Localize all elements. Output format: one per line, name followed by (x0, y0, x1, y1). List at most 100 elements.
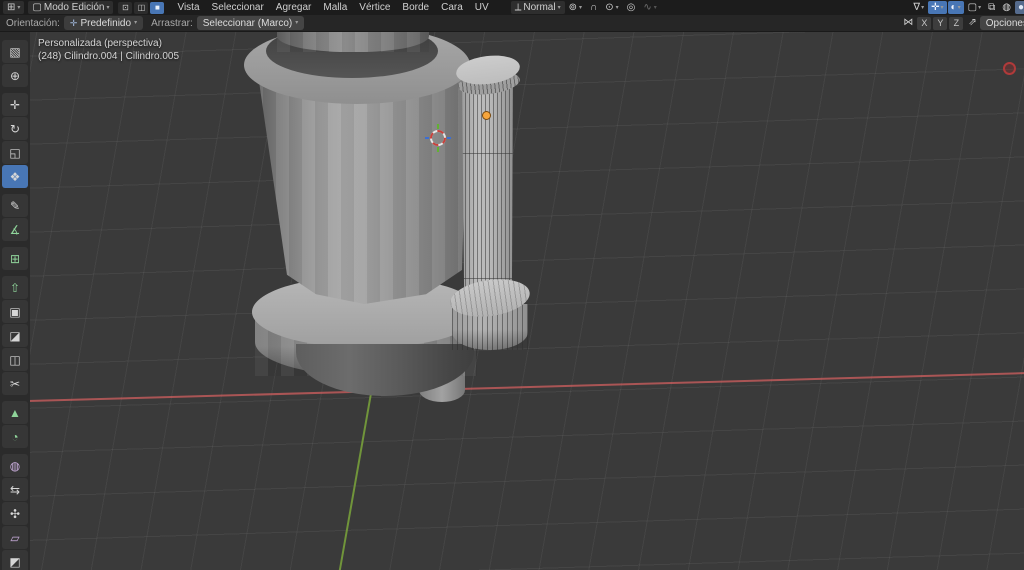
tool-add-cube[interactable]: ⊞ (2, 247, 28, 270)
chevron-down-icon: ▾ (615, 4, 619, 11)
show-gizmo-toggle[interactable]: ✛ ▾ (928, 1, 947, 14)
menu-agregar[interactable]: Agregar (270, 0, 318, 15)
tool-spin[interactable]: ◔ (2, 425, 28, 448)
chevron-down-icon: ▾ (921, 4, 925, 11)
menu-cara[interactable]: Cara (435, 0, 469, 15)
orientation-setting-label: Orientación: (6, 17, 60, 29)
tool-shelf: ▧ ⊕ ✛ ↻ ◱ ❖ ✎ ∡ ⊞ ⇧ ▣ ◪ ◫ ✂ ▲ ◔ ◍ ⇆ ✣ ▱ … (0, 32, 30, 570)
orientation-preset-dropdown[interactable]: ✛ Predefinido ▾ (63, 16, 144, 30)
proportional-snap-options[interactable]: ⇗ (965, 17, 979, 30)
menu-uv[interactable]: UV (469, 0, 495, 15)
editor-type-icon: ⊞ (7, 1, 16, 13)
tool-rotate[interactable]: ↻ (2, 117, 28, 140)
proportional-editing-toggle[interactable]: ◎ (623, 1, 640, 14)
snap-toggle[interactable]: ∩ (586, 1, 601, 14)
select-mode-group: ⊡ ◫ ■ (117, 1, 165, 14)
mirror-axis-z[interactable]: Z (949, 16, 964, 30)
wireframe-icon: ◍ (1002, 1, 1011, 13)
show-overlays-toggle[interactable]: ◐ ▾ (947, 1, 964, 14)
pivot-icon: ⊚ (568, 1, 577, 13)
falloff-icon: ∿ (643, 1, 652, 13)
tool-shrink-fatten[interactable]: ✣ (2, 502, 28, 525)
toggle-xray-button[interactable]: ⧉ (985, 1, 998, 14)
drag-action-dropdown[interactable]: Seleccionar (Marco) ▾ (196, 16, 305, 30)
3d-cursor (425, 124, 451, 152)
menu-vista[interactable]: Vista (171, 0, 205, 15)
solid-shading-icon: ● (1017, 1, 1024, 13)
mirror-axis-x[interactable]: X (917, 16, 932, 30)
orientation-icon: ⟂ (514, 1, 522, 13)
active-object-label: (248) Cilindro.004 | Cilindro.005 (38, 51, 180, 62)
small-cylinder-body (462, 76, 513, 302)
tool-annotate[interactable]: ✎ (2, 194, 28, 217)
header-right-cluster: ∇ ▾ ✛ ▾ ◐ ▾ ▢ ▾ ⧉ ◍ ● (909, 1, 1024, 14)
shading-solid-button[interactable]: ● (1014, 1, 1024, 14)
chevron-down-icon: ▾ (579, 4, 583, 11)
menu-vertice[interactable]: Vértice (353, 0, 396, 15)
mode-face-select[interactable]: ■ (150, 1, 165, 14)
orientation-preset-value: Predefinido (80, 17, 132, 29)
tool-extrude-region[interactable]: ⇧ (2, 276, 28, 299)
proportional-icon: ◎ (626, 1, 636, 13)
tool-cursor[interactable]: ⊕ (2, 64, 28, 87)
mode-label: Modo Edición (43, 2, 105, 13)
3d-viewport[interactable]: Personalizada (perspectiva) (248) Cilind… (0, 32, 1024, 570)
drag-action-value: Seleccionar (Marco) (202, 17, 293, 29)
pivot-point-dropdown[interactable]: ⊚ ▾ (565, 1, 586, 14)
mode-edge-select[interactable]: ◫ (134, 1, 149, 14)
tool-shear[interactable]: ▱ (2, 526, 28, 549)
preset-icon: ✛ (69, 17, 78, 28)
chevron-down-icon: ▾ (17, 4, 21, 11)
tool-poly-build[interactable]: ▲ (2, 401, 28, 424)
menu-malla[interactable]: Malla (317, 0, 353, 15)
tool-bevel[interactable]: ◪ (2, 324, 28, 347)
gizmo-icon: ✛ (931, 1, 940, 13)
chevron-down-icon: ▾ (134, 20, 138, 26)
menu-borde[interactable]: Borde (396, 0, 435, 15)
tool-settings-right: ⋈ XYZ ⇗ Opciones ▾ (899, 16, 1024, 30)
xray-icon: ⧉ (988, 1, 996, 13)
menu-bar: Vista Seleccionar Agregar Malla Vértice Borde… (171, 0, 494, 15)
object-filter-dropdown[interactable]: ∇ ▾ (910, 1, 927, 14)
tool-settings-bar: Orientación: ✛ Predefinido ▾ Arrastrar: … (0, 15, 1024, 32)
chevron-down-icon: ▾ (957, 4, 961, 11)
tool-measure[interactable]: ∡ (2, 218, 28, 241)
tool-transform[interactable]: ❖ (2, 165, 28, 188)
tool-loop-cut[interactable]: ◫ (2, 348, 28, 371)
view-name-label: Personalizada (perspectiva) (38, 38, 162, 49)
shading-wireframe-button[interactable]: ◍ (999, 1, 1014, 14)
viewport-header: ⊞ ▾ ▢ Modo Edición ▾ ⊡ ◫ ■ Vista Selecciona… (0, 0, 1024, 15)
tool-select-box[interactable]: ▧ (2, 40, 28, 63)
blender-window: ⊞ ▾ ▢ Modo Edición ▾ ⊡ ◫ ■ Vista Selecciona… (0, 0, 1024, 570)
xray-dropdown[interactable]: ▢ ▾ (965, 1, 984, 14)
edit-mode-icon: ▢ (32, 1, 42, 13)
tool-rip-region[interactable]: ◩ (2, 550, 28, 570)
chevron-down-icon: ▾ (940, 4, 944, 11)
transform-orientation-dropdown[interactable]: ⟂ Normal ▾ (510, 1, 565, 14)
options-dropdown[interactable]: Opciones ▾ (979, 16, 1024, 30)
tool-move[interactable]: ✛ (2, 93, 28, 116)
tool-knife[interactable]: ✂ (2, 372, 28, 395)
snap-target-icon: ⊙ (605, 1, 614, 13)
falloff-dropdown[interactable]: ∿ ▾ (639, 1, 660, 14)
inner-top-cylinder (277, 32, 429, 52)
snap-target-dropdown[interactable]: ⊙ ▾ (601, 1, 622, 14)
overlays-icon: ◐ (950, 1, 957, 13)
editor-type-dropdown[interactable]: ⊞ ▾ (3, 1, 25, 14)
annotation-dot (1003, 62, 1016, 75)
mode-dropdown[interactable]: ▢ Modo Edición ▾ (28, 1, 114, 14)
tool-inset-faces[interactable]: ▣ (2, 300, 28, 323)
xray-menu-icon: ▢ (967, 1, 978, 13)
prop-snap-icon: ⇗ (968, 17, 977, 28)
chevron-down-icon: ▾ (295, 20, 299, 26)
tool-scale[interactable]: ◱ (2, 141, 28, 164)
mirror-options[interactable]: ⋈ (900, 17, 916, 30)
mirror-axis-y[interactable]: Y (933, 16, 948, 30)
tool-smooth[interactable]: ◍ (2, 454, 28, 477)
chevron-down-icon: ▾ (557, 4, 561, 11)
mode-vertex-select[interactable]: ⊡ (118, 1, 133, 14)
options-label: Opciones (985, 17, 1024, 29)
tool-edge-slide[interactable]: ⇆ (2, 478, 28, 501)
menu-seleccionar[interactable]: Seleccionar (206, 0, 270, 15)
drag-setting-label: Arrastrar: (151, 17, 193, 29)
